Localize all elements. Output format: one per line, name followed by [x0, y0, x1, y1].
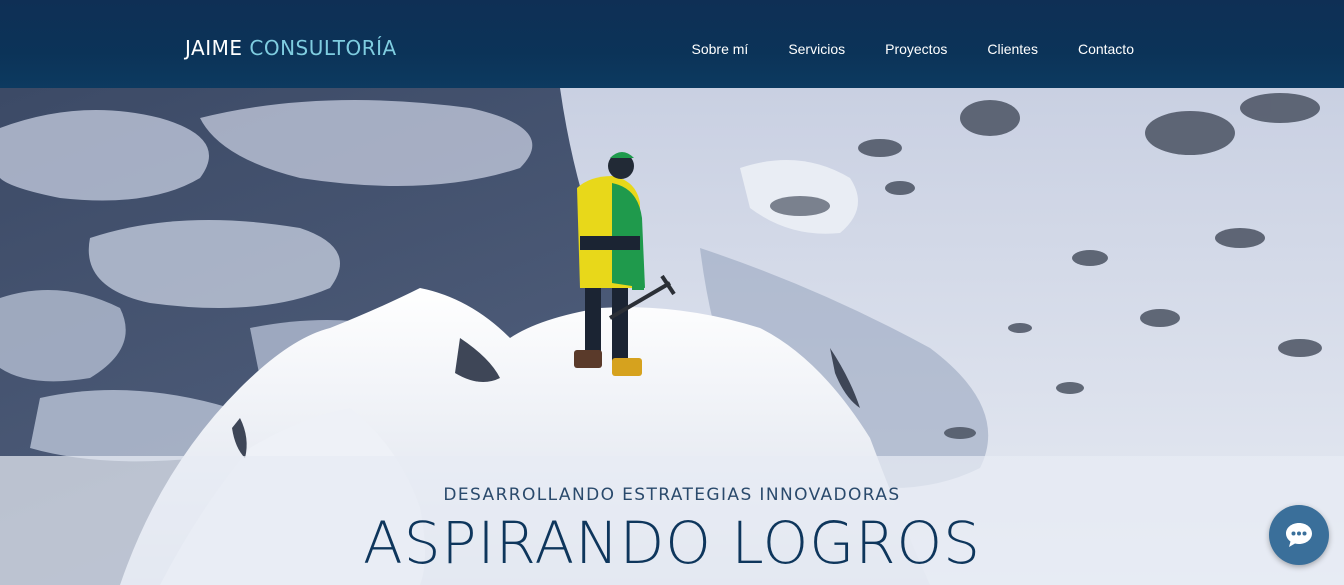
nav-item-sobre-mi[interactable]: Sobre mí — [672, 40, 769, 58]
nav-item-clientes[interactable]: Clientes — [967, 40, 1058, 58]
hero-title: ASPIRANDO LOGROS — [363, 509, 981, 577]
hero-subtitle: DESARROLLANDO ESTRATEGIAS INNOVADORAS — [443, 485, 901, 505]
nav-item-proyectos[interactable]: Proyectos — [865, 40, 967, 58]
chat-bubble-icon — [1286, 523, 1312, 547]
logo-second-word: CONSULTORÍA — [249, 36, 397, 60]
hero-section: DESARROLLANDO ESTRATEGIAS INNOVADORAS AS… — [0, 88, 1344, 585]
nav-item-contacto[interactable]: Contacto — [1058, 40, 1154, 58]
site-logo[interactable]: JAIME CONSULTORÍA — [185, 34, 397, 62]
site-header: JAIME CONSULTORÍA Sobre mí Servicios Pro… — [0, 0, 1344, 88]
main-nav: Sobre mí Servicios Proyectos Clientes Co… — [672, 40, 1155, 58]
page: JAIME CONSULTORÍA Sobre mí Servicios Pro… — [0, 0, 1344, 585]
logo-first-word: JAIME — [185, 36, 243, 60]
chat-button[interactable] — [1269, 505, 1329, 565]
nav-item-servicios[interactable]: Servicios — [768, 40, 865, 58]
